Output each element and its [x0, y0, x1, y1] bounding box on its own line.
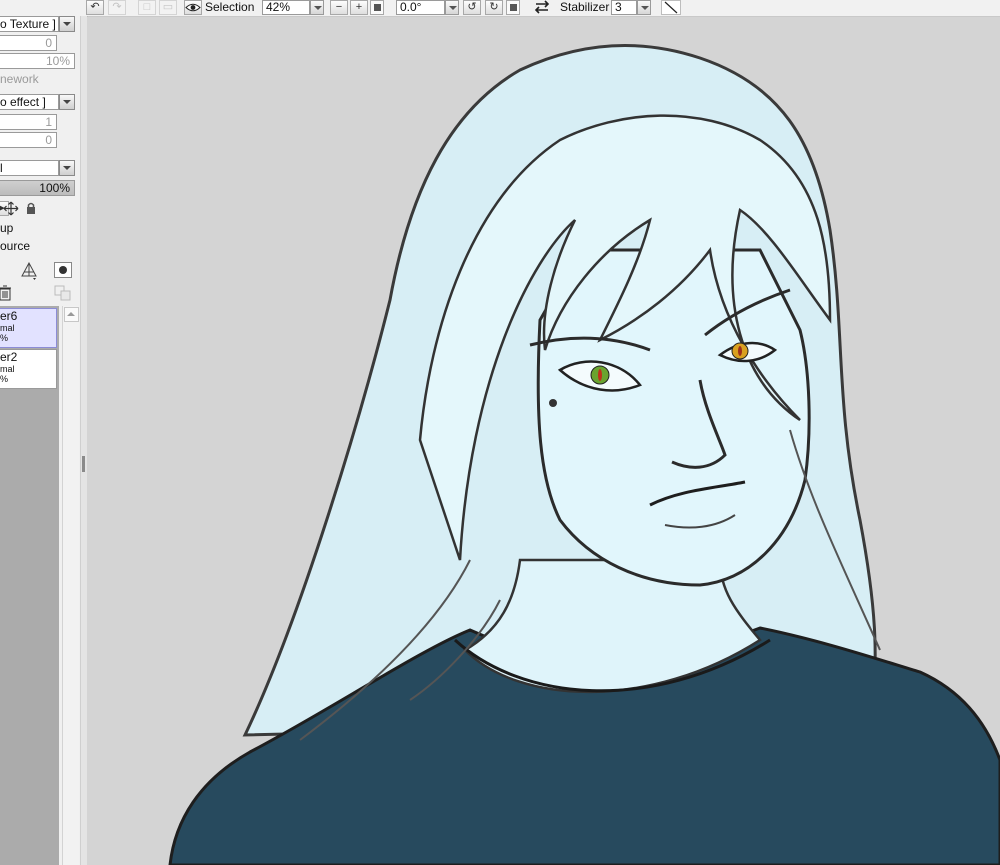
layer-item-layer6[interactable]: er6 mal %: [0, 308, 57, 348]
zoom-field[interactable]: 42%: [262, 0, 310, 15]
stabilizer-field[interactable]: 3: [611, 0, 637, 15]
layer-name: er2: [0, 350, 18, 364]
layer-name: er6: [0, 309, 18, 323]
texture-strength-field[interactable]: 10%: [0, 53, 75, 69]
eye-icon[interactable]: [184, 0, 202, 15]
texture-scale-field[interactable]: 0: [0, 35, 57, 51]
layer-list: er6 mal % er2 mal %: [0, 306, 59, 865]
lock-icon[interactable]: [24, 201, 40, 216]
artwork-illustration: [168, 44, 1000, 865]
merge-layers-icon[interactable]: [54, 285, 72, 301]
selection-source-label: ource: [0, 239, 31, 253]
new-vector-layer-icon[interactable]: [19, 261, 39, 280]
flip-horizontal-icon[interactable]: [533, 0, 551, 15]
undo-icon[interactable]: ↶: [86, 0, 104, 15]
layer-mask-icon[interactable]: [54, 262, 72, 278]
deselect-icon[interactable]: □: [138, 0, 156, 15]
layer-blend-mode: mal: [0, 323, 15, 333]
zoom-out-icon[interactable]: −: [330, 0, 348, 15]
invert-selection-icon[interactable]: ▭: [159, 0, 177, 15]
rotation-reset-icon[interactable]: [506, 0, 520, 15]
layer-list-scrollbar[interactable]: [62, 306, 79, 865]
move-layer-icon[interactable]: [3, 201, 19, 216]
stabilizer-label: Stabilizer: [560, 0, 610, 14]
top-toolbar: ↶ ↷ □ ▭ Selection 42% − + 0.0° ↺ ↻ Stabi…: [0, 0, 1000, 17]
rotate-right-icon[interactable]: ↻: [485, 0, 503, 15]
effect-width-field[interactable]: 1: [0, 114, 57, 130]
effect-dropdown-arrow-icon[interactable]: [59, 94, 75, 110]
rotation-field[interactable]: 0.0°: [396, 0, 445, 15]
texture-dropdown-arrow-icon[interactable]: [59, 16, 75, 32]
rotation-dropdown-arrow-icon[interactable]: [445, 0, 459, 15]
opacity-slider[interactable]: 100%: [0, 180, 75, 196]
zoom-dropdown-arrow-icon[interactable]: [310, 0, 324, 15]
layer-opacity: %: [0, 374, 9, 384]
drawing-canvas[interactable]: [87, 17, 1000, 865]
redo-icon[interactable]: ↷: [108, 0, 126, 15]
blend-mode-select[interactable]: l: [0, 160, 59, 176]
effect-select[interactable]: o effect ]: [0, 94, 59, 110]
selection-label: Selection: [205, 0, 255, 14]
layer-properties-panel: o Texture ] 0 10% nework o effect ] 1 0 …: [0, 16, 80, 865]
trash-icon[interactable]: [0, 285, 12, 301]
scroll-up-arrow-icon[interactable]: [64, 307, 79, 322]
effect-strength-field[interactable]: 0: [0, 132, 57, 148]
stabilizer-dropdown-arrow-icon[interactable]: [637, 0, 651, 15]
zoom-reset-icon[interactable]: [370, 0, 384, 15]
layer-opacity: %: [0, 333, 9, 343]
zoom-in-icon[interactable]: +: [350, 0, 368, 15]
blend-mode-dropdown-arrow-icon[interactable]: [59, 160, 75, 176]
rotate-left-icon[interactable]: ↺: [463, 0, 481, 15]
framework-label: nework: [0, 72, 39, 86]
line-tool-icon[interactable]: [661, 0, 681, 15]
texture-select[interactable]: o Texture ]: [0, 16, 59, 32]
clipping-group-label: up: [0, 221, 14, 235]
layer-item-layer2[interactable]: er2 mal %: [0, 349, 57, 389]
layer-blend-mode: mal: [0, 364, 15, 374]
